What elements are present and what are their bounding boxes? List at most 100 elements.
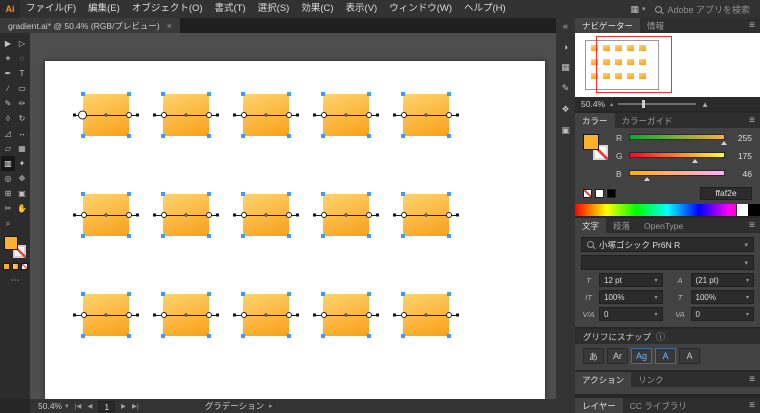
canvas-area[interactable]: [30, 33, 556, 399]
gradient-endpoint[interactable]: [136, 313, 139, 317]
gradient-rectangle[interactable]: [153, 292, 219, 338]
anchor-point[interactable]: [161, 234, 165, 238]
gradient-endpoint[interactable]: [313, 113, 316, 117]
anchor-point[interactable]: [161, 192, 165, 196]
blend-tool[interactable]: ◎: [1, 171, 15, 186]
font-style-select[interactable]: ▾: [581, 255, 754, 270]
panel-menu-icon[interactable]: ≡: [744, 218, 760, 233]
zoom-in-icon[interactable]: ▲: [701, 100, 709, 109]
anchor-point[interactable]: [241, 292, 245, 296]
menu-item[interactable]: ウィンドウ(W): [383, 0, 458, 18]
anchor-point[interactable]: [367, 192, 371, 196]
navigator-zoom-value[interactable]: 50.4%: [581, 99, 605, 109]
tab-links[interactable]: リンク: [631, 372, 671, 387]
glyph-snap-button[interactable]: A: [679, 348, 700, 364]
anchor-point[interactable]: [287, 192, 291, 196]
channel-slider[interactable]: [629, 152, 725, 163]
gradient-end-handle[interactable]: [286, 112, 292, 118]
tab-opentype[interactable]: OpenType: [637, 218, 690, 233]
symbols-panel-icon[interactable]: ❖: [556, 99, 575, 120]
brushes-panel-icon[interactable]: ✎: [556, 78, 575, 99]
anchor-point[interactable]: [447, 234, 451, 238]
gradient-start-handle[interactable]: [161, 212, 167, 218]
gradient-start-handle[interactable]: [161, 312, 167, 318]
channel-slider-thumb[interactable]: [691, 159, 698, 163]
anchor-point[interactable]: [81, 334, 85, 338]
gradient-endpoint[interactable]: [296, 113, 299, 117]
gradient-endpoint[interactable]: [296, 313, 299, 317]
anchor-point[interactable]: [207, 92, 211, 96]
slice-tool[interactable]: ✂: [1, 201, 15, 216]
gradient-end-handle[interactable]: [206, 112, 212, 118]
zoom-slider[interactable]: [618, 100, 697, 108]
anchor-point[interactable]: [161, 92, 165, 96]
panel-menu-icon[interactable]: ≡: [744, 398, 760, 413]
direct-selection-tool[interactable]: ▷: [15, 36, 29, 51]
gradient-endpoint[interactable]: [153, 213, 156, 217]
gradient-end-handle[interactable]: [286, 212, 292, 218]
anchor-point[interactable]: [321, 192, 325, 196]
gradient-end-handle[interactable]: [206, 212, 212, 218]
channel-slider-thumb[interactable]: [643, 177, 650, 181]
anchor-point[interactable]: [367, 292, 371, 296]
gradient-endpoint[interactable]: [233, 113, 236, 117]
info-icon[interactable]: ⓘ: [656, 330, 665, 343]
app-logo-icon[interactable]: Ai: [0, 0, 20, 18]
app-search[interactable]: Adobe アプリを検索: [655, 3, 750, 16]
glyph-snap-button[interactable]: A: [655, 348, 676, 364]
gradient-end-handle[interactable]: [366, 212, 372, 218]
last-artboard-button[interactable]: ▶|: [132, 402, 139, 410]
gradient-rectangle[interactable]: [313, 192, 379, 238]
status-tool-indicator[interactable]: グラデーション ▸: [205, 400, 273, 412]
anchor-point[interactable]: [367, 234, 371, 238]
navigator-view-rect[interactable]: [596, 36, 672, 93]
channel-value[interactable]: 255: [730, 134, 752, 143]
anchor-point[interactable]: [241, 334, 245, 338]
black-spectrum-swatch[interactable]: [748, 204, 760, 216]
anchor-point[interactable]: [321, 334, 325, 338]
gradient-endpoint[interactable]: [73, 313, 76, 317]
artboard-number-field[interactable]: 1: [98, 400, 116, 412]
anchor-point[interactable]: [81, 234, 85, 238]
gradient-rectangle[interactable]: [393, 92, 459, 138]
gradient-endpoint[interactable]: [376, 113, 379, 117]
anchor-point[interactable]: [401, 134, 405, 138]
gradient-rectangle[interactable]: [233, 292, 299, 338]
field-input[interactable]: 12 pt ▾: [599, 273, 663, 287]
gradient-endpoint[interactable]: [73, 113, 76, 117]
anchor-point[interactable]: [241, 92, 245, 96]
eraser-tool[interactable]: ◊: [1, 111, 15, 126]
hand-tool[interactable]: ✋: [15, 201, 29, 216]
anchor-point[interactable]: [321, 92, 325, 96]
pen-tool[interactable]: ✒: [1, 66, 15, 81]
free-transform-tool[interactable]: ▱: [1, 141, 15, 156]
channel-slider[interactable]: [629, 170, 725, 181]
tab-character[interactable]: 文字: [575, 218, 607, 233]
navigator-thumbnail[interactable]: [575, 33, 760, 97]
gradient-endpoint[interactable]: [313, 313, 316, 317]
gradient-start-handle[interactable]: [241, 212, 247, 218]
paintbrush-tool[interactable]: ✎: [1, 96, 15, 111]
gradient-start-handle[interactable]: [241, 112, 247, 118]
prev-artboard-button[interactable]: ◀: [87, 402, 92, 410]
field-input[interactable]: 100% ▾: [599, 290, 663, 304]
gradient-start-handle[interactable]: [78, 110, 87, 120]
width-tool[interactable]: ↔: [15, 126, 29, 141]
close-icon[interactable]: ×: [167, 21, 172, 31]
gradient-end-handle[interactable]: [366, 112, 372, 118]
anchor-point[interactable]: [447, 92, 451, 96]
hex-field[interactable]: ffaf2e: [700, 187, 752, 200]
tab-navigator[interactable]: ナビゲーター: [575, 18, 641, 33]
anchor-point[interactable]: [81, 92, 85, 96]
anchor-point[interactable]: [447, 292, 451, 296]
menu-item[interactable]: 書式(T): [209, 0, 252, 18]
gradient-rectangle[interactable]: [153, 192, 219, 238]
gradient-rectangle[interactable]: [233, 192, 299, 238]
glyph-snap-button[interactable]: あ: [583, 348, 604, 364]
anchor-point[interactable]: [447, 134, 451, 138]
gradient-endpoint[interactable]: [216, 113, 219, 117]
gradient-start-handle[interactable]: [81, 212, 87, 218]
anchor-point[interactable]: [287, 334, 291, 338]
anchor-point[interactable]: [367, 134, 371, 138]
artboard[interactable]: [45, 61, 545, 399]
